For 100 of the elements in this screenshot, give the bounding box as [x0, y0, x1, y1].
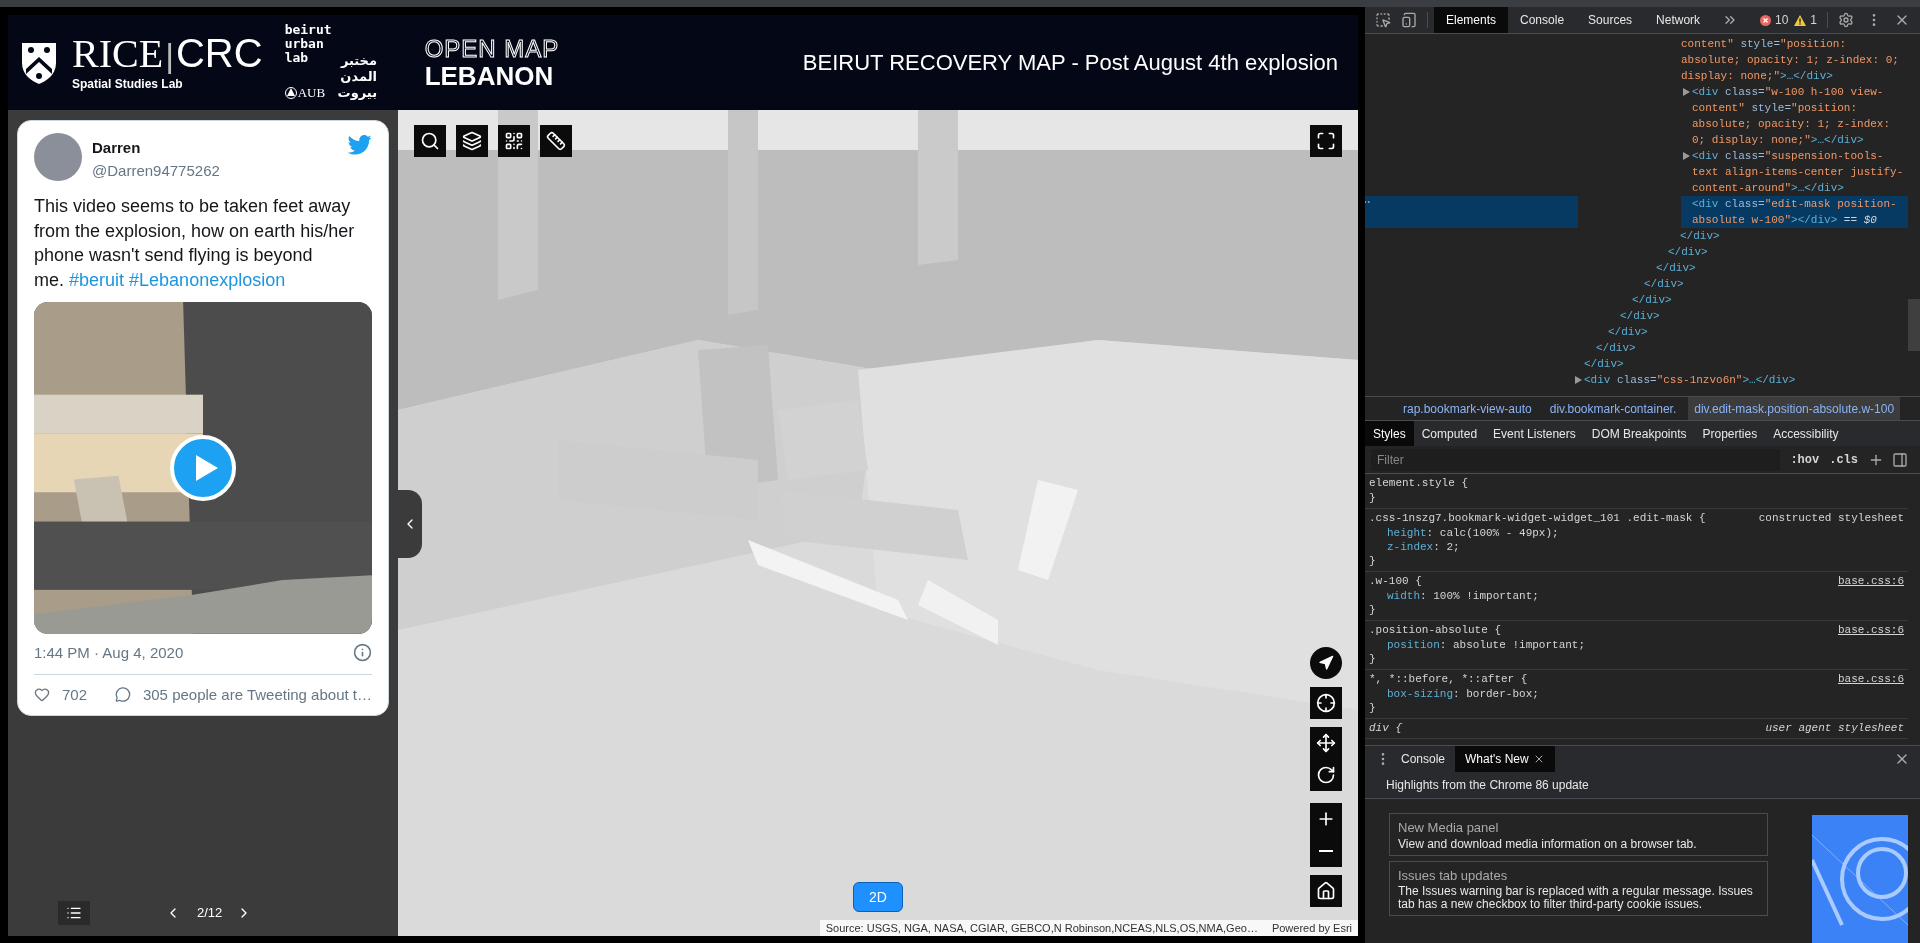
css-declaration[interactable]: z-index: 2; [1369, 540, 1904, 554]
sidebar-icon[interactable] [1892, 451, 1908, 468]
logo-subtitle: Spatial Studies Lab [72, 75, 184, 93]
class-toggle[interactable]: .cls [1829, 450, 1858, 469]
devtools-tab[interactable]: Sources [1576, 7, 1645, 33]
inspect-icon[interactable] [1375, 12, 1391, 28]
code-line[interactable]: <div class="css-1nzvo6n">…</div> [1573, 372, 1908, 388]
devtools-tab[interactable]: Network [1644, 7, 1713, 33]
css-selector: element.style { [1369, 476, 1469, 491]
feature-card[interactable]: New Media panel View and download media information on a browser tab. [1389, 813, 1768, 856]
conversation-link[interactable]: 305 people are Tweeting about t… [142, 683, 372, 707]
grid-button[interactable] [498, 125, 530, 157]
fullscreen-icon [1316, 131, 1336, 151]
code-line[interactable]: </div> [1596, 340, 1908, 356]
measure-button[interactable] [540, 125, 572, 157]
code-line[interactable]: </div> [1620, 308, 1908, 324]
user-handle: @Darren94775262 [92, 160, 220, 181]
logo-text: beirut [284, 22, 332, 37]
map-view[interactable]: 2D Source: USGS, NGA, NASA, CGIAR, GEBCO,N Robinson,NCEAS,NLS,OS,NMA,Geo… Powered by Esri [398, 110, 1358, 936]
whats-new-heading: Highlights from the Chrome 86 update [1386, 777, 1589, 794]
code-line[interactable]: </div> [1584, 356, 1908, 372]
logo-text: urban [284, 36, 325, 51]
styles-tab[interactable]: Event Listeners [1485, 421, 1584, 446]
styles-tab[interactable]: Computed [1413, 421, 1486, 446]
warning-icon [1794, 14, 1807, 26]
hover-toggle[interactable]: :hov [1790, 450, 1820, 469]
drawer-tab[interactable]: What's New [1455, 746, 1555, 772]
pan-button[interactable] [1310, 727, 1342, 759]
locate-button[interactable] [1310, 687, 1342, 719]
ruler-icon [546, 131, 566, 151]
filter-field[interactable]: Filter [1371, 448, 1781, 471]
collapsed-icon[interactable] [1683, 88, 1690, 96]
comment-icon[interactable] [115, 685, 131, 705]
css-declaration[interactable]: height: calc(100% - 49px); [1369, 526, 1904, 540]
devtools-tab[interactable]: Elements [1434, 7, 1509, 33]
css-selector: .css-1nszg7.bookmark-widget-widget_101 .edit-mask { [1369, 511, 1706, 526]
play-icon[interactable] [170, 434, 236, 501]
stylesheet-source[interactable]: base.css:6 [1838, 672, 1904, 687]
compass-icon [1318, 655, 1334, 671]
logo-text: AUB [297, 84, 326, 102]
styles-tab[interactable]: Styles [1365, 421, 1414, 446]
device-icon[interactable] [1401, 12, 1417, 28]
feature-card[interactable]: Issues tab updates The Issues warning bar is replaced with a regular message. Issues tab has a new checkbox to filter third-party cookie issues. [1389, 860, 1768, 916]
rotate-button[interactable] [1310, 759, 1342, 791]
logo-text: OPEN MAP [424, 35, 560, 62]
zoom-in-button[interactable] [1310, 803, 1342, 835]
search-icon [420, 131, 440, 151]
code-line[interactable]: </div> [1656, 260, 1908, 276]
breadcrumb-item[interactable]: rap.bookmark-view-auto [1397, 397, 1538, 420]
breadcrumb-item[interactable]: div.edit-mask.position-absolute.w-100 [1688, 397, 1901, 420]
bird-icon[interactable] [348, 135, 372, 155]
search-button[interactable] [414, 125, 446, 157]
logo-text: lab [284, 50, 310, 65]
css-brace: } [1369, 603, 1377, 618]
logo-text: | [164, 34, 175, 75]
zoom-out-button[interactable] [1310, 835, 1342, 867]
layers-icon [462, 131, 482, 151]
css-declaration[interactable]: width: 100% !important; [1369, 589, 1904, 603]
css-selector: div { [1369, 721, 1402, 736]
css-declaration[interactable]: position: absolute !important; [1369, 638, 1904, 652]
devtools-tab[interactable]: Console [1508, 7, 1577, 33]
scrollbar-thumb[interactable] [1908, 299, 1920, 351]
card-description: The Issues warning bar is replaced with a regular message. Issues tab has a new checkbox to filter third-party cookie issues. [1398, 885, 1754, 911]
code-line[interactable]: </div> [1668, 244, 1908, 260]
logo-text: RICE [72, 33, 164, 74]
code-line[interactable]: </div> [1608, 324, 1908, 340]
home-button[interactable] [1310, 875, 1342, 907]
fullscreen-button[interactable] [1310, 125, 1342, 157]
layers-button[interactable] [456, 125, 488, 157]
code-line: content" style="position: absolute; opacity: 1; z-index: 0; display: none;">…</div> [1681, 37, 1900, 84]
css-declaration[interactable]: box-sizing: border-box; [1369, 687, 1904, 701]
stylesheet-source[interactable]: base.css:6 [1838, 623, 1904, 638]
css-brace: } [1369, 554, 1377, 569]
list-button[interactable] [58, 901, 90, 925]
stylesheet-source[interactable]: base.css:6 [1838, 574, 1904, 589]
collapsed-icon[interactable] [1683, 152, 1690, 160]
error-count[interactable]: 10 [1774, 11, 1789, 29]
styles-tab[interactable]: DOM Breakpoints [1583, 421, 1695, 446]
styles-tab[interactable]: Accessibility [1765, 421, 1847, 446]
styles-tab[interactable]: Properties [1694, 421, 1766, 446]
info-icon[interactable] [353, 643, 372, 663]
settings-icon[interactable] [1838, 12, 1854, 28]
logo-text: LEBANON [424, 61, 555, 90]
collapsed-icon[interactable] [1575, 376, 1582, 384]
code-line[interactable]: </div> [1680, 228, 1908, 244]
code-line[interactable]: </div> [1644, 276, 1908, 292]
warning-count[interactable]: 1 [1810, 11, 1817, 29]
tweet-time[interactable]: 1:44 PM · Aug 4, 2020 [34, 641, 184, 664]
drawer-tab[interactable]: Console [1391, 746, 1456, 772]
collapse-tab[interactable] [398, 490, 422, 558]
card-title: Issues tab updates [1398, 866, 1509, 885]
code-line[interactable]: <div class="suspension-tools-text align-items-center justify-content-around">…</div> [1681, 148, 1908, 196]
move-icon [1316, 733, 1336, 753]
tree-icon [284, 84, 297, 101]
code-line[interactable]: <div class="w-100 h-100 view-content" style="position: absolute; opacity: 1; z-index: 0; display: none;">…</div> [1681, 84, 1908, 148]
code-line[interactable]: </div> [1632, 292, 1908, 308]
css-selector: .w-100 { [1369, 574, 1422, 589]
minus-icon [1319, 850, 1333, 852]
css-selector: .position-absolute { [1369, 623, 1502, 638]
breadcrumb-item[interactable]: div.bookmark-container. [1543, 397, 1683, 420]
